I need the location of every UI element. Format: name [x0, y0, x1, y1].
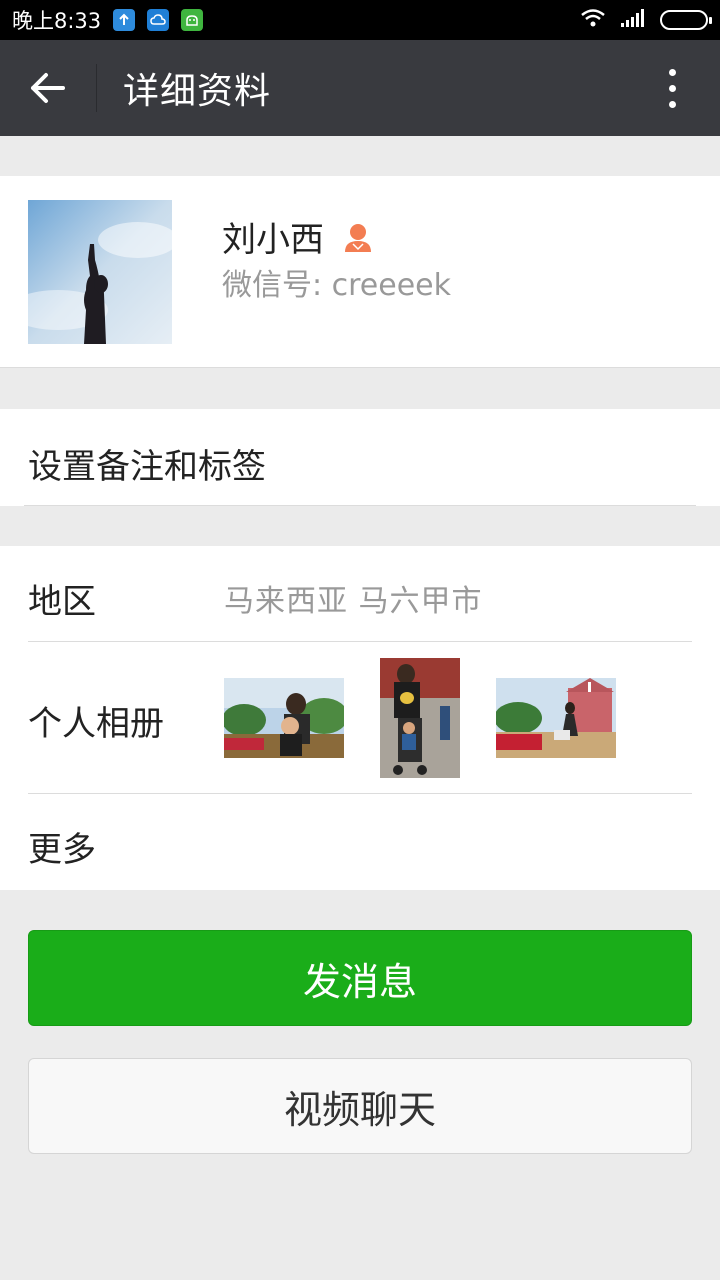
avatar[interactable]: [28, 200, 172, 344]
wechat-id: 微信号: creeeek: [222, 268, 452, 303]
upload-icon: [113, 9, 136, 31]
name-row: 刘小西: [222, 212, 374, 261]
album-label: 个人相册: [28, 704, 164, 744]
remark-divider: [24, 505, 696, 506]
female-icon: [342, 221, 374, 253]
status-time: 晚上8:33: [12, 9, 102, 33]
android-icon: [181, 9, 204, 31]
album-row[interactable]: 个人相册: [0, 642, 720, 794]
remark-label: 设置备注和标签: [28, 447, 266, 487]
remark-tags-row[interactable]: 设置备注和标签: [0, 409, 720, 506]
back-arrow-icon: [31, 73, 65, 103]
profile-name: 刘小西: [222, 220, 324, 260]
region-value: 马来西亚 马六甲市: [224, 584, 483, 619]
video-chat-button[interactable]: 视频聊天: [28, 1058, 692, 1154]
battery-icon: [660, 10, 712, 30]
album-thumbnail[interactable]: [380, 658, 460, 778]
more-row[interactable]: 更多: [0, 794, 720, 890]
info-card: 地区 马来西亚 马六甲市 个人相册 更多: [0, 546, 720, 890]
app-bar-divider: [96, 64, 97, 112]
more-label: 更多: [28, 830, 96, 870]
status-bar: 晚上8:33: [0, 0, 720, 40]
send-message-button[interactable]: 发消息: [28, 930, 692, 1026]
album-thumbnail[interactable]: [496, 678, 616, 758]
cloud-icon: [147, 9, 170, 31]
signal-icon: [620, 8, 646, 32]
page-title: 详细资料: [123, 71, 272, 112]
profile-card[interactable]: 刘小西 微信号: creeeek: [0, 176, 720, 368]
region-label: 地区: [28, 582, 96, 622]
wifi-icon: [580, 8, 606, 32]
region-row: 地区 马来西亚 马六甲市: [0, 546, 720, 642]
more-vertical-icon[interactable]: [624, 40, 720, 136]
back-button[interactable]: [0, 40, 96, 136]
app-bar: 详细资料: [0, 40, 720, 136]
album-thumbnail[interactable]: [224, 678, 344, 758]
